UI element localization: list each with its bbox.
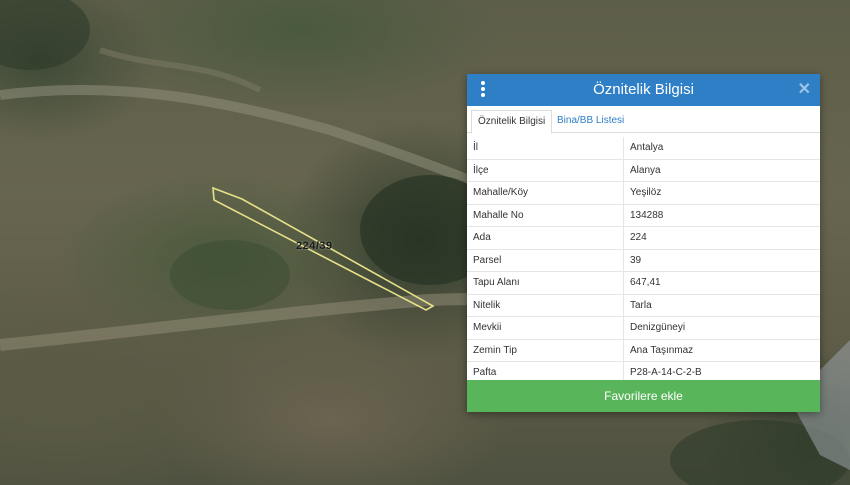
row-value: 134288 — [623, 204, 820, 227]
table-row: Ada 224 — [467, 226, 820, 250]
row-value: Alanya — [623, 159, 820, 182]
table-row: Tapu Alanı 647,41 — [467, 271, 820, 295]
table-row: Mahalle No 134288 — [467, 204, 820, 227]
table-row: Zemin Tip Ana Taşınmaz — [467, 339, 820, 362]
row-key: Mahalle No — [467, 204, 624, 227]
table-row: Nitelik Tarla — [467, 294, 820, 317]
panel-header: Öznitelik Bilgisi ✕ — [467, 74, 820, 106]
row-key: Ada — [467, 226, 624, 250]
table-row: İlçe Alanya — [467, 159, 820, 182]
row-key: Tapu Alanı — [467, 271, 624, 295]
close-icon[interactable]: ✕ — [798, 79, 811, 99]
row-value: 224 — [623, 226, 820, 250]
row-key: Mahalle/Köy — [467, 181, 624, 205]
table-row: İl Antalya — [467, 137, 820, 160]
row-value: Yeşilöz — [623, 181, 820, 205]
row-value: 647,41 — [623, 271, 820, 295]
parcel-label: 224/39 — [296, 240, 333, 252]
table-row: Mahalle/Köy Yeşilöz — [467, 181, 820, 205]
attribute-panel: Öznitelik Bilgisi ✕ Öznitelik Bilgisi Bi… — [467, 74, 820, 412]
attribute-table: İl Antalya İlçe Alanya Mahalle/Köy Yeşilöz … — [467, 137, 820, 385]
tab-bar: Öznitelik Bilgisi Bina/BB Listesi — [467, 106, 820, 134]
row-value: 39 — [623, 249, 820, 272]
panel-title: Öznitelik Bilgisi — [593, 81, 694, 98]
row-key: Parsel — [467, 249, 624, 272]
row-value: Denizgüneyi — [623, 316, 820, 340]
tab-building-list[interactable]: Bina/BB Listesi — [551, 110, 630, 132]
tab-attribute-info[interactable]: Öznitelik Bilgisi — [471, 110, 553, 134]
row-key: Mevkii — [467, 316, 624, 340]
table-row: Mevkii Denizgüneyi — [467, 316, 820, 340]
add-to-favorites-button[interactable]: Favorilere ekle — [467, 380, 820, 412]
row-value: Ana Taşınmaz — [623, 339, 820, 362]
row-value: Antalya — [623, 137, 820, 160]
row-value: Tarla — [623, 294, 820, 317]
row-key: İl — [467, 137, 624, 160]
row-key: Nitelik — [467, 294, 624, 317]
row-key: Zemin Tip — [467, 339, 624, 362]
row-key: İlçe — [467, 159, 624, 182]
table-row: Parsel 39 — [467, 249, 820, 272]
